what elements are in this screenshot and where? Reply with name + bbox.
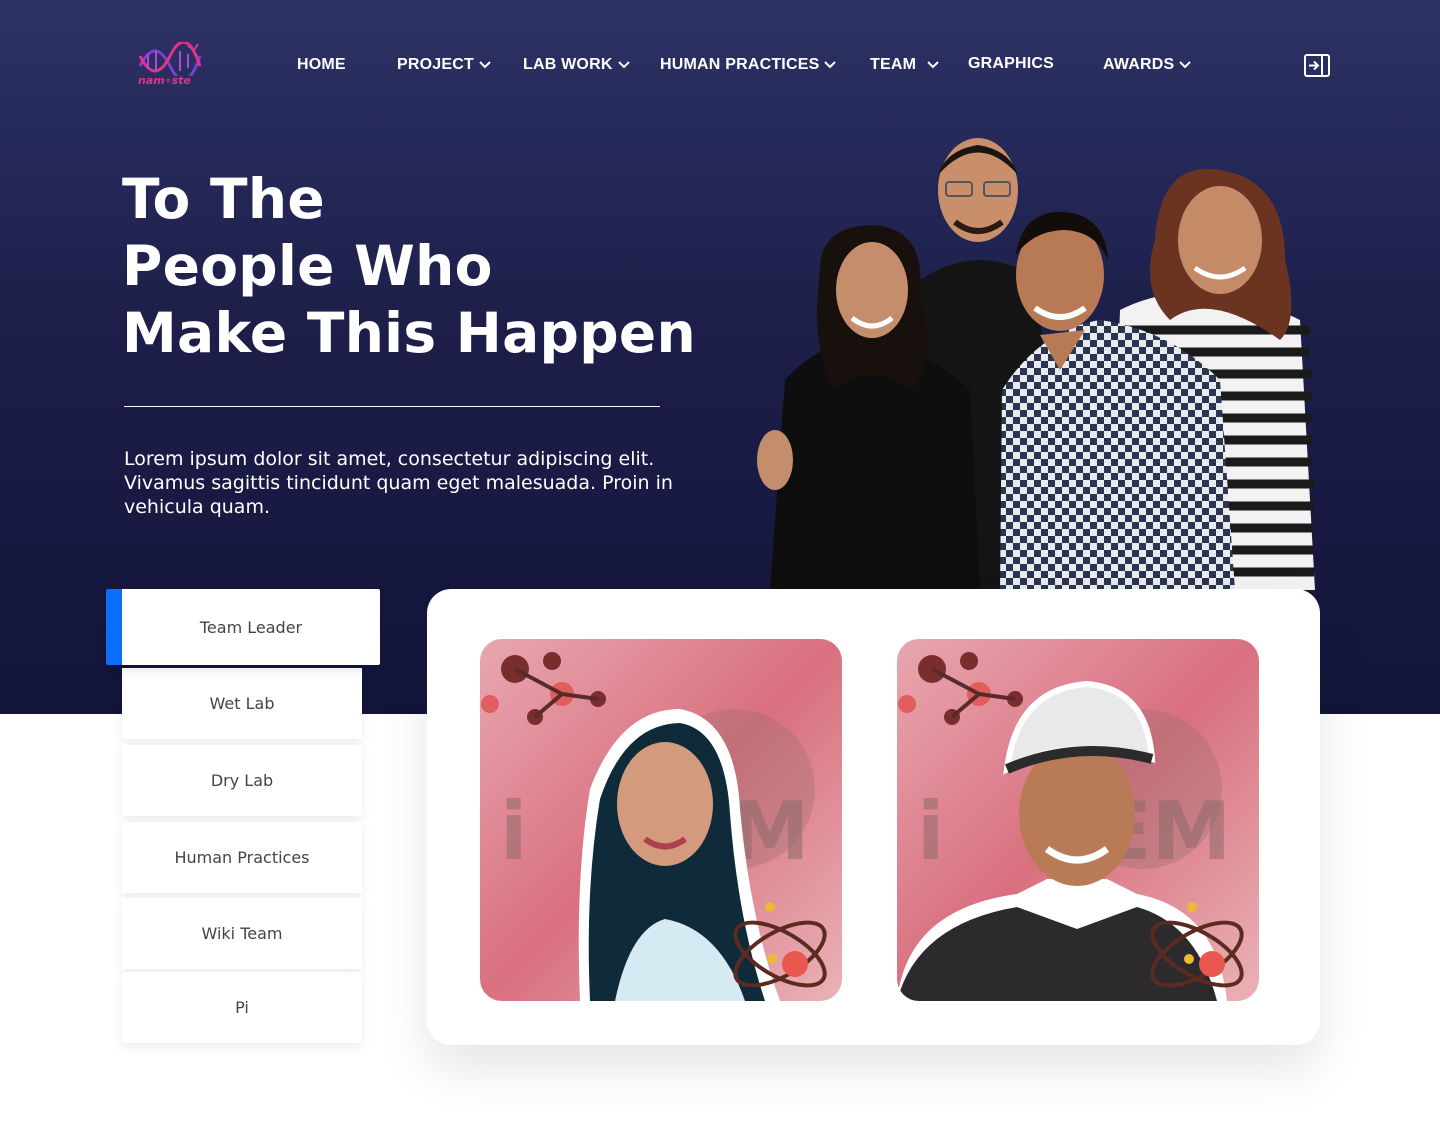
nav-graphics[interactable]: GRAPHICS	[968, 55, 1054, 73]
menu-item-team-leader[interactable]: Team Leader	[106, 589, 380, 665]
login-icon[interactable]	[1303, 53, 1331, 79]
menu-item-wet-lab[interactable]: Wet Lab	[122, 668, 362, 739]
menu-item-label: Wet Lab	[209, 694, 275, 713]
nav-home-label: HOME	[297, 56, 346, 73]
member-photo: i M	[480, 639, 842, 1001]
nav-awards[interactable]: AWARDS	[1103, 56, 1192, 74]
hero-divider	[124, 406, 660, 407]
team-members-card: i M i EM	[427, 589, 1320, 1045]
hero-title-line: Make This Happen	[122, 301, 696, 365]
nav-project[interactable]: PROJECT	[397, 56, 492, 74]
hero-title: To The People Who Make This Happen	[122, 166, 742, 367]
chevron-down-icon	[479, 61, 491, 69]
chevron-down-icon	[927, 61, 939, 69]
menu-item-human-practices[interactable]: Human Practices	[122, 822, 362, 893]
menu-item-label: Pi	[235, 998, 249, 1017]
hero-description: Lorem ipsum dolor sit amet, consectetur …	[124, 448, 673, 518]
svg-text:i: i	[917, 785, 944, 878]
chevron-down-icon	[617, 61, 630, 69]
nav-lab-work-label: LAB WORK	[523, 56, 613, 73]
nav-graphics-label: GRAPHICS	[968, 55, 1055, 72]
site-logo[interactable]: nam∘ste	[136, 40, 206, 90]
menu-item-label: Wiki Team	[201, 924, 283, 943]
nav-human-practices[interactable]: HUMAN PRACTICES	[660, 56, 837, 74]
menu-item-label: Team Leader	[199, 617, 303, 637]
menu-item-wiki-team[interactable]: Wiki Team	[122, 898, 362, 969]
logo-wordmark: nam∘ste	[138, 74, 191, 87]
team-group-photo	[757, 138, 1315, 590]
hero-title-line: People Who	[122, 234, 493, 298]
nav-team[interactable]: TEAM	[870, 56, 940, 74]
menu-item-dry-lab[interactable]: Dry Lab	[122, 745, 362, 816]
nav-home[interactable]: HOME	[297, 56, 346, 74]
chevron-down-icon	[1179, 61, 1192, 69]
menu-item-label: Dry Lab	[210, 771, 274, 790]
nav-project-label: PROJECT	[397, 56, 474, 73]
dna-logo-icon	[138, 40, 202, 82]
svg-text:i: i	[500, 785, 527, 878]
menu-item-label: Human Practices	[174, 848, 310, 867]
member-portrait[interactable]: i EM	[897, 639, 1259, 1001]
menu-item-pi[interactable]: Pi	[122, 972, 362, 1043]
member-portrait[interactable]: i M	[480, 639, 842, 1001]
chevron-down-icon	[824, 61, 837, 69]
nav-awards-label: AWARDS	[1103, 56, 1175, 73]
nav-lab-work[interactable]: LAB WORK	[523, 56, 631, 74]
member-photo: i EM	[897, 639, 1259, 1001]
hero-title-line: To The	[122, 167, 325, 231]
nav-team-label: TEAM	[870, 56, 917, 73]
nav-human-practices-label: HUMAN PRACTICES	[660, 56, 820, 73]
